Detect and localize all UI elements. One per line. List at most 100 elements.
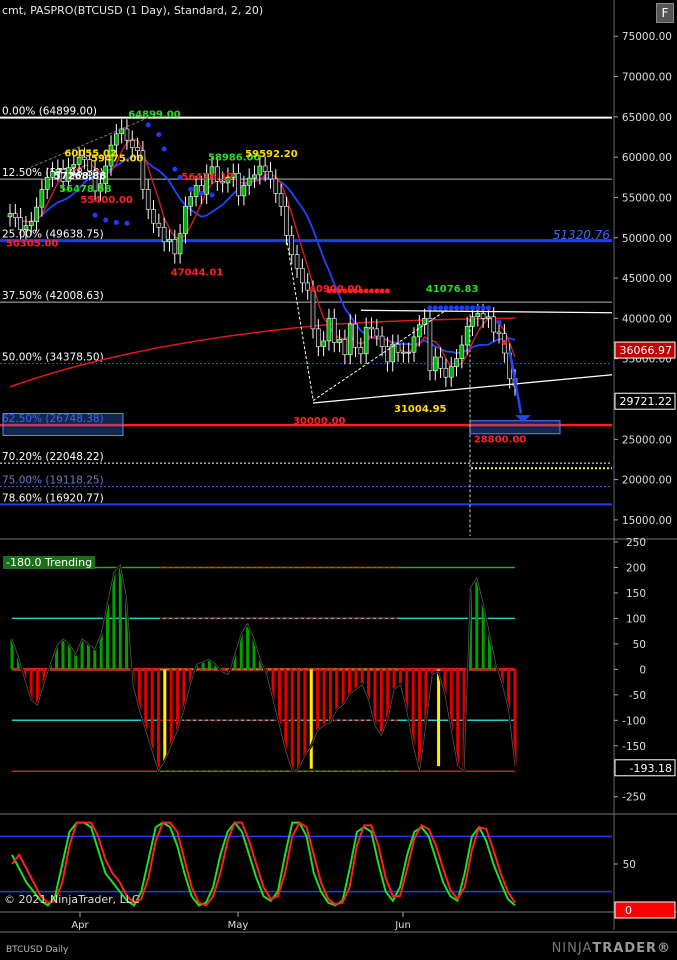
- candle-body: [443, 368, 449, 378]
- candle-body: [177, 233, 183, 255]
- osc-tick-label: 0: [639, 664, 646, 676]
- price-tick-label: 40000.00: [622, 313, 672, 325]
- instrument-label: BTCUSD Daily: [6, 945, 69, 955]
- osc-badge-label: -193.18: [630, 762, 672, 775]
- price-annotation: 40900.00: [309, 284, 362, 295]
- price-annotation: 59475.00: [91, 153, 144, 164]
- candle-body: [411, 336, 417, 353]
- price-panel: 0.00% (64899.00)12.50% (57268.88)25.00% …: [0, 106, 613, 536]
- osc-tick-label: 250: [626, 537, 646, 549]
- candle-body: [454, 358, 459, 368]
- candle-body: [379, 335, 385, 347]
- candle-body: [491, 316, 497, 333]
- candle-body: [342, 339, 348, 355]
- price-annotation: 56476.17: [181, 172, 234, 183]
- price-badge-label: 36066.97: [620, 344, 673, 357]
- candle-body: [145, 189, 151, 210]
- candle-body: [432, 356, 438, 372]
- stop-dot: [156, 132, 162, 138]
- candle-body: [406, 351, 411, 354]
- price-tick-label: 25000.00: [622, 434, 672, 446]
- candle-body: [475, 313, 481, 318]
- candle-body: [18, 217, 23, 230]
- stop-dot: [438, 305, 444, 311]
- stop-dot: [475, 305, 481, 311]
- candle-body: [7, 213, 13, 218]
- candle-body: [44, 177, 50, 190]
- candle-body: [316, 328, 321, 347]
- trend-line: [312, 374, 613, 404]
- stop-dot: [363, 288, 369, 294]
- candle-body: [353, 323, 358, 348]
- chart-area: 0.00% (64899.00)12.50% (57268.88)25.00% …: [0, 0, 677, 933]
- stop-dot: [161, 146, 167, 152]
- candle-body: [278, 193, 284, 207]
- candle-body: [23, 225, 29, 230]
- stop-dot: [92, 212, 98, 218]
- stop-dot: [209, 192, 215, 198]
- osc-tick-label: 100: [626, 613, 646, 625]
- price-annotation: 41076.83: [426, 284, 479, 295]
- candle-body: [289, 235, 295, 255]
- candle-body: [273, 178, 279, 194]
- stop-dot: [459, 305, 465, 311]
- candle-body: [161, 226, 167, 243]
- candle-body: [300, 268, 305, 284]
- candle-body: [246, 177, 252, 186]
- candle-body: [347, 323, 353, 355]
- stop-dot: [384, 288, 390, 294]
- stop-dot: [480, 305, 486, 311]
- price-tick-label: 75000.00: [622, 31, 672, 43]
- candle-body: [401, 351, 406, 354]
- axes: 15000.0020000.0025000.0030000.0035000.00…: [0, 0, 677, 933]
- candle-body: [321, 340, 326, 347]
- osc-tick-label: -150: [622, 741, 646, 753]
- price-annotation: 59592.20: [245, 149, 298, 160]
- candle-body: [417, 324, 422, 338]
- price-badge-label: 29721.22: [620, 395, 673, 408]
- candle-body: [193, 185, 199, 197]
- candle-body: [129, 139, 135, 148]
- price-tick-label: 60000.00: [622, 152, 672, 164]
- projection-arrow: [508, 350, 523, 414]
- osc-tick-label: -100: [622, 715, 646, 727]
- osc-tick-label: -50: [629, 690, 646, 702]
- price-tick-label: 55000.00: [622, 192, 672, 204]
- candle-body: [241, 185, 247, 197]
- stop-dot: [501, 340, 507, 346]
- fib-level-label: 0.00% (64899.00): [2, 106, 97, 118]
- trend-label: -180.0 Trending: [3, 556, 96, 569]
- price-annotation: 47044.01: [171, 268, 224, 279]
- candle-body: [34, 206, 39, 222]
- candle-body: [486, 316, 491, 319]
- price-annotation: 31004.95: [394, 404, 447, 415]
- stop-dot: [124, 220, 130, 226]
- stop-dot: [379, 288, 385, 294]
- fib-level-label: 70.20% (22048.22): [2, 451, 104, 463]
- osc-tick-label: 200: [626, 562, 646, 574]
- stop-dot: [496, 319, 502, 325]
- fib-level-label: 37.50% (42008.63): [2, 290, 104, 302]
- stop-dot: [464, 305, 470, 311]
- candle-body: [39, 189, 45, 208]
- price-tick-label: 65000.00: [622, 112, 672, 124]
- candle-body: [268, 171, 273, 180]
- stop-dot: [454, 305, 460, 311]
- candle-body: [167, 239, 172, 243]
- copyright: © 2021 NinjaTrader, LLC: [4, 893, 140, 906]
- highlight-box: [2, 412, 124, 436]
- candle-body: [369, 326, 374, 330]
- price-annotation: 30000.00: [293, 416, 346, 427]
- candle-body: [262, 165, 268, 172]
- trend-line: [360, 309, 613, 314]
- f-button[interactable]: F: [656, 3, 674, 23]
- stop-dot: [443, 305, 449, 311]
- price-tick-label: 20000.00: [622, 475, 672, 487]
- fib-level-label: 78.60% (16920.77): [2, 492, 104, 504]
- candle-body: [374, 328, 380, 337]
- candle-body: [470, 316, 475, 327]
- stop-dot: [448, 305, 454, 311]
- stop-dot: [469, 305, 475, 311]
- stop-dot: [374, 288, 380, 294]
- stop-dot: [485, 305, 491, 311]
